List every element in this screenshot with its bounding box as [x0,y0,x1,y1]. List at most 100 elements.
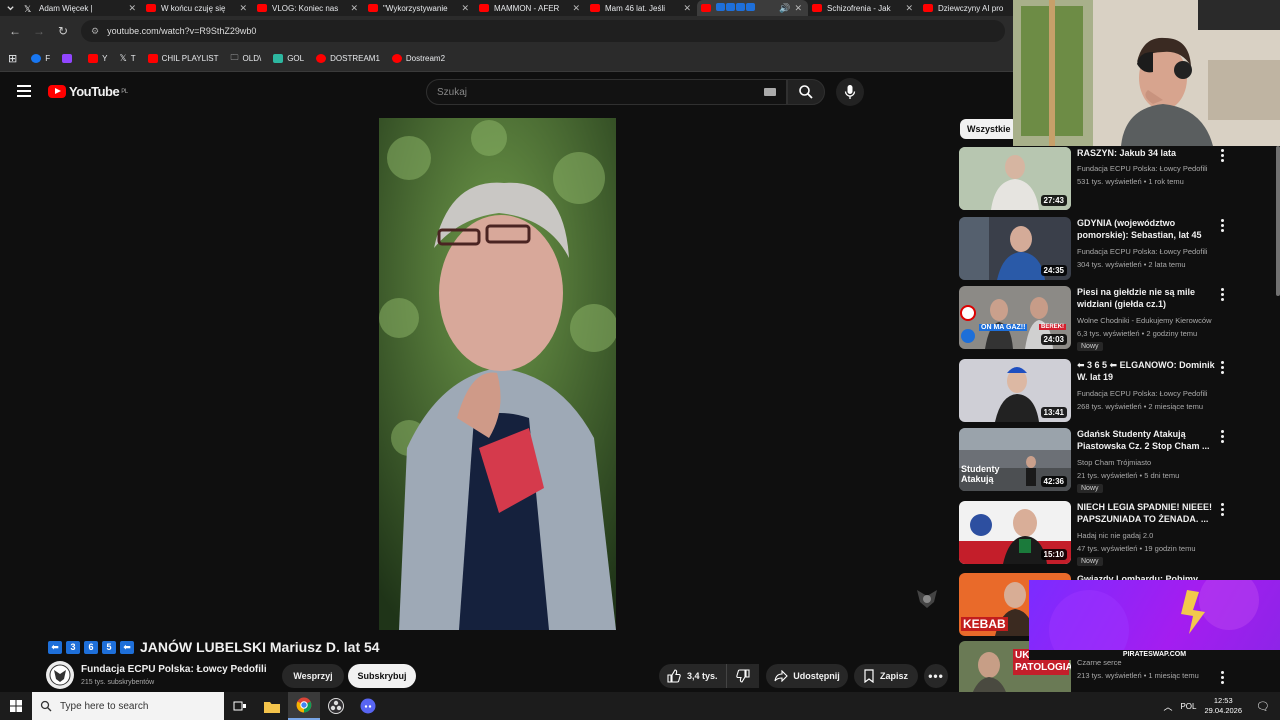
recommended-video[interactable]: Studenty Atakują 42:36 Gdańsk Studenty A… [959,428,1259,493]
browser-tab[interactable]: Dziewczyny AI pro [919,0,1019,16]
bookmark-twitch[interactable] [62,54,76,63]
task-view-button[interactable] [224,692,256,720]
dislike-button[interactable] [726,664,758,688]
channel-watermark[interactable] [914,588,940,610]
x-icon: 𝕏 [24,4,32,14]
start-button[interactable] [0,692,32,720]
bookmark-dostream2[interactable]: Dostream2 [391,54,445,63]
close-icon[interactable]: ✕ [794,3,802,14]
bookmark-chil-playlist[interactable]: CHIL PLAYLIST [147,54,219,63]
close-icon[interactable]: ✕ [128,3,136,14]
speaker-icon[interactable]: 🔊 [779,3,790,14]
more-vertical-icon[interactable] [1217,219,1227,235]
recommended-title[interactable]: Piesi na giełdzie nie są mile widziani (… [1077,286,1217,310]
subscribe-button[interactable]: Subskrybuj [348,664,416,688]
recommended-channel[interactable]: Wolne Chodniki - Edukujemy Kierowców [1077,316,1212,325]
youtube-icon [812,4,822,12]
recommended-channel[interactable]: Fundacja ECPU Polska: Łowcy Pedofili [1077,389,1207,398]
taskbar-obs[interactable] [320,692,352,720]
thumbs-up-icon [667,669,681,683]
bookmark-facebook[interactable]: F [31,54,50,63]
bookmark-x[interactable]: 𝕏T [119,53,135,64]
recommended-channel[interactable]: Stop Cham Trójmiasto [1077,458,1151,467]
taskbar-chrome[interactable] [288,692,320,720]
browser-tab-active[interactable]: 🔊 ✕ [697,0,808,16]
browser-tab[interactable]: Mam 46 lat. Jeśli ✕ [586,0,697,16]
more-vertical-icon[interactable] [1217,671,1227,687]
recommended-video[interactable]: ON MA GAZ!! BEREK! 24:03 Piesi na giełdz… [959,286,1259,351]
more-vertical-icon[interactable] [1217,288,1227,304]
video-thumbnail[interactable]: Studenty Atakują 42:36 [959,428,1071,491]
video-thumbnail[interactable]: 24:35 [959,217,1071,280]
more-vertical-icon[interactable] [1217,149,1227,165]
support-button[interactable]: Wesprzyj [282,664,344,688]
recommended-channel[interactable]: Fundacja ECPU Polska: Łowcy Pedofili [1077,247,1207,256]
recommended-video[interactable]: 15:10 NIECH LEGIA SPADNIE! NIEEE! PAPSZU… [959,501,1259,566]
bookmark-dostream1[interactable]: DOSTREAM1 [316,54,380,63]
save-button[interactable]: Zapisz [854,664,918,688]
taskbar-file-explorer[interactable] [256,692,288,720]
recommended-title[interactable]: GDYNIA (województwo pomorskie): Sebastia… [1077,217,1217,241]
channel-avatar[interactable] [46,661,74,689]
twitch-icon [62,54,73,63]
chevron-up-icon[interactable]: ︿ [1163,700,1172,713]
clock[interactable]: 12:53 29.04.2026 [1204,696,1242,716]
bookmark-folder-old[interactable]: 🗀 OLD\ [231,52,262,66]
keyboard-icon[interactable] [764,88,776,96]
back-button[interactable]: ← [3,24,27,38]
close-icon[interactable]: ✕ [239,3,247,14]
site-settings-icon[interactable]: ⚙ [91,26,99,37]
bookmark-youtube[interactable]: Y [88,54,107,63]
channel-name[interactable]: Fundacja ECPU Polska: Łowcy Pedofili [81,664,267,675]
youtube-logo[interactable]: YouTube PL [48,84,128,99]
apps-icon[interactable]: ⊞ [8,52,17,65]
menu-icon[interactable] [17,85,31,100]
recommended-title[interactable]: RASZYN: Jakub 34 lata [1077,147,1217,159]
recommended-video[interactable]: 13:41 ⬅ 3 6 5 ⬅ ELGANOWO: Dominik W. lat… [959,359,1259,423]
tab-list-button[interactable] [0,0,20,16]
video-player[interactable] [379,118,616,630]
more-vertical-icon[interactable] [1217,430,1227,446]
recommended-channel[interactable]: Fundacja ECPU Polska: Łowcy Pedofili [1077,164,1207,173]
search-button[interactable] [787,79,825,105]
close-icon[interactable]: ✕ [572,3,580,14]
recommended-title[interactable]: NIECH LEGIA SPADNIE! NIEEE! PAPSZUNIADA … [1077,501,1217,525]
search-input[interactable]: Szukaj [426,79,787,105]
close-icon[interactable]: ✕ [350,3,358,14]
taskbar-search[interactable]: Type here to search [32,692,224,720]
recommended-title[interactable]: ⬅ 3 6 5 ⬅ ELGANOWO: Dominik W. lat 19 [1077,359,1217,383]
more-vertical-icon[interactable] [1217,503,1227,519]
notifications-icon[interactable]: 🗨 [1256,700,1270,713]
share-button[interactable]: Udostępnij [766,664,848,688]
recommended-meta: 21 tys. wyświetleń • 5 dni temu [1077,471,1180,480]
recommended-video[interactable]: 27:43 RASZYN: Jakub 34 lata Fundacja ECP… [959,147,1259,211]
browser-tab[interactable]: 𝕏 Adam Więcek | ✕ [20,0,142,16]
close-icon[interactable]: ✕ [461,3,469,14]
voice-search-button[interactable] [836,78,864,106]
more-vertical-icon[interactable] [1217,361,1227,377]
close-icon[interactable]: ✕ [905,3,913,14]
more-actions-button[interactable]: ••• [924,664,948,688]
taskbar-discord[interactable] [352,692,384,720]
browser-tab[interactable]: "Wykorzystywanie ✕ [364,0,475,16]
browser-tab[interactable]: W końcu czuję się ✕ [142,0,253,16]
close-icon[interactable]: ✕ [683,3,691,14]
language-indicator[interactable]: POL [1180,702,1196,711]
bookmark-gol[interactable]: GOL [273,54,304,63]
browser-tab[interactable]: VLOG: Koniec nas ✕ [253,0,364,16]
video-thumbnail[interactable]: 15:10 [959,501,1071,564]
browser-tab[interactable]: MAMMON - AFER ✕ [475,0,586,16]
video-thumbnail[interactable]: 13:41 [959,359,1071,422]
video-thumbnail[interactable]: 27:43 [959,147,1071,210]
sidebar-scrollbar[interactable] [1276,146,1280,296]
reload-button[interactable]: ↻ [51,24,75,38]
folder-icon: 🗀 [230,52,239,62]
url-field[interactable]: ⚙ youtube.com/watch?v=R9SthZ29wb0 [81,20,1005,42]
browser-tab[interactable]: Schizofrenia - Jak ✕ [808,0,919,16]
forward-button[interactable]: → [27,24,51,38]
video-thumbnail[interactable]: ON MA GAZ!! BEREK! 24:03 [959,286,1071,349]
filter-chip-all[interactable]: Wszystkie [960,119,1018,139]
recommended-title[interactable]: Gdańsk Studenty Atakują Piastowska Cz. 2… [1077,428,1217,452]
recommended-channel[interactable]: Hadaj nic nie gadaj 2.0 [1077,531,1153,540]
recommended-video[interactable]: 24:35 GDYNIA (województwo pomorskie): Se… [959,217,1259,281]
